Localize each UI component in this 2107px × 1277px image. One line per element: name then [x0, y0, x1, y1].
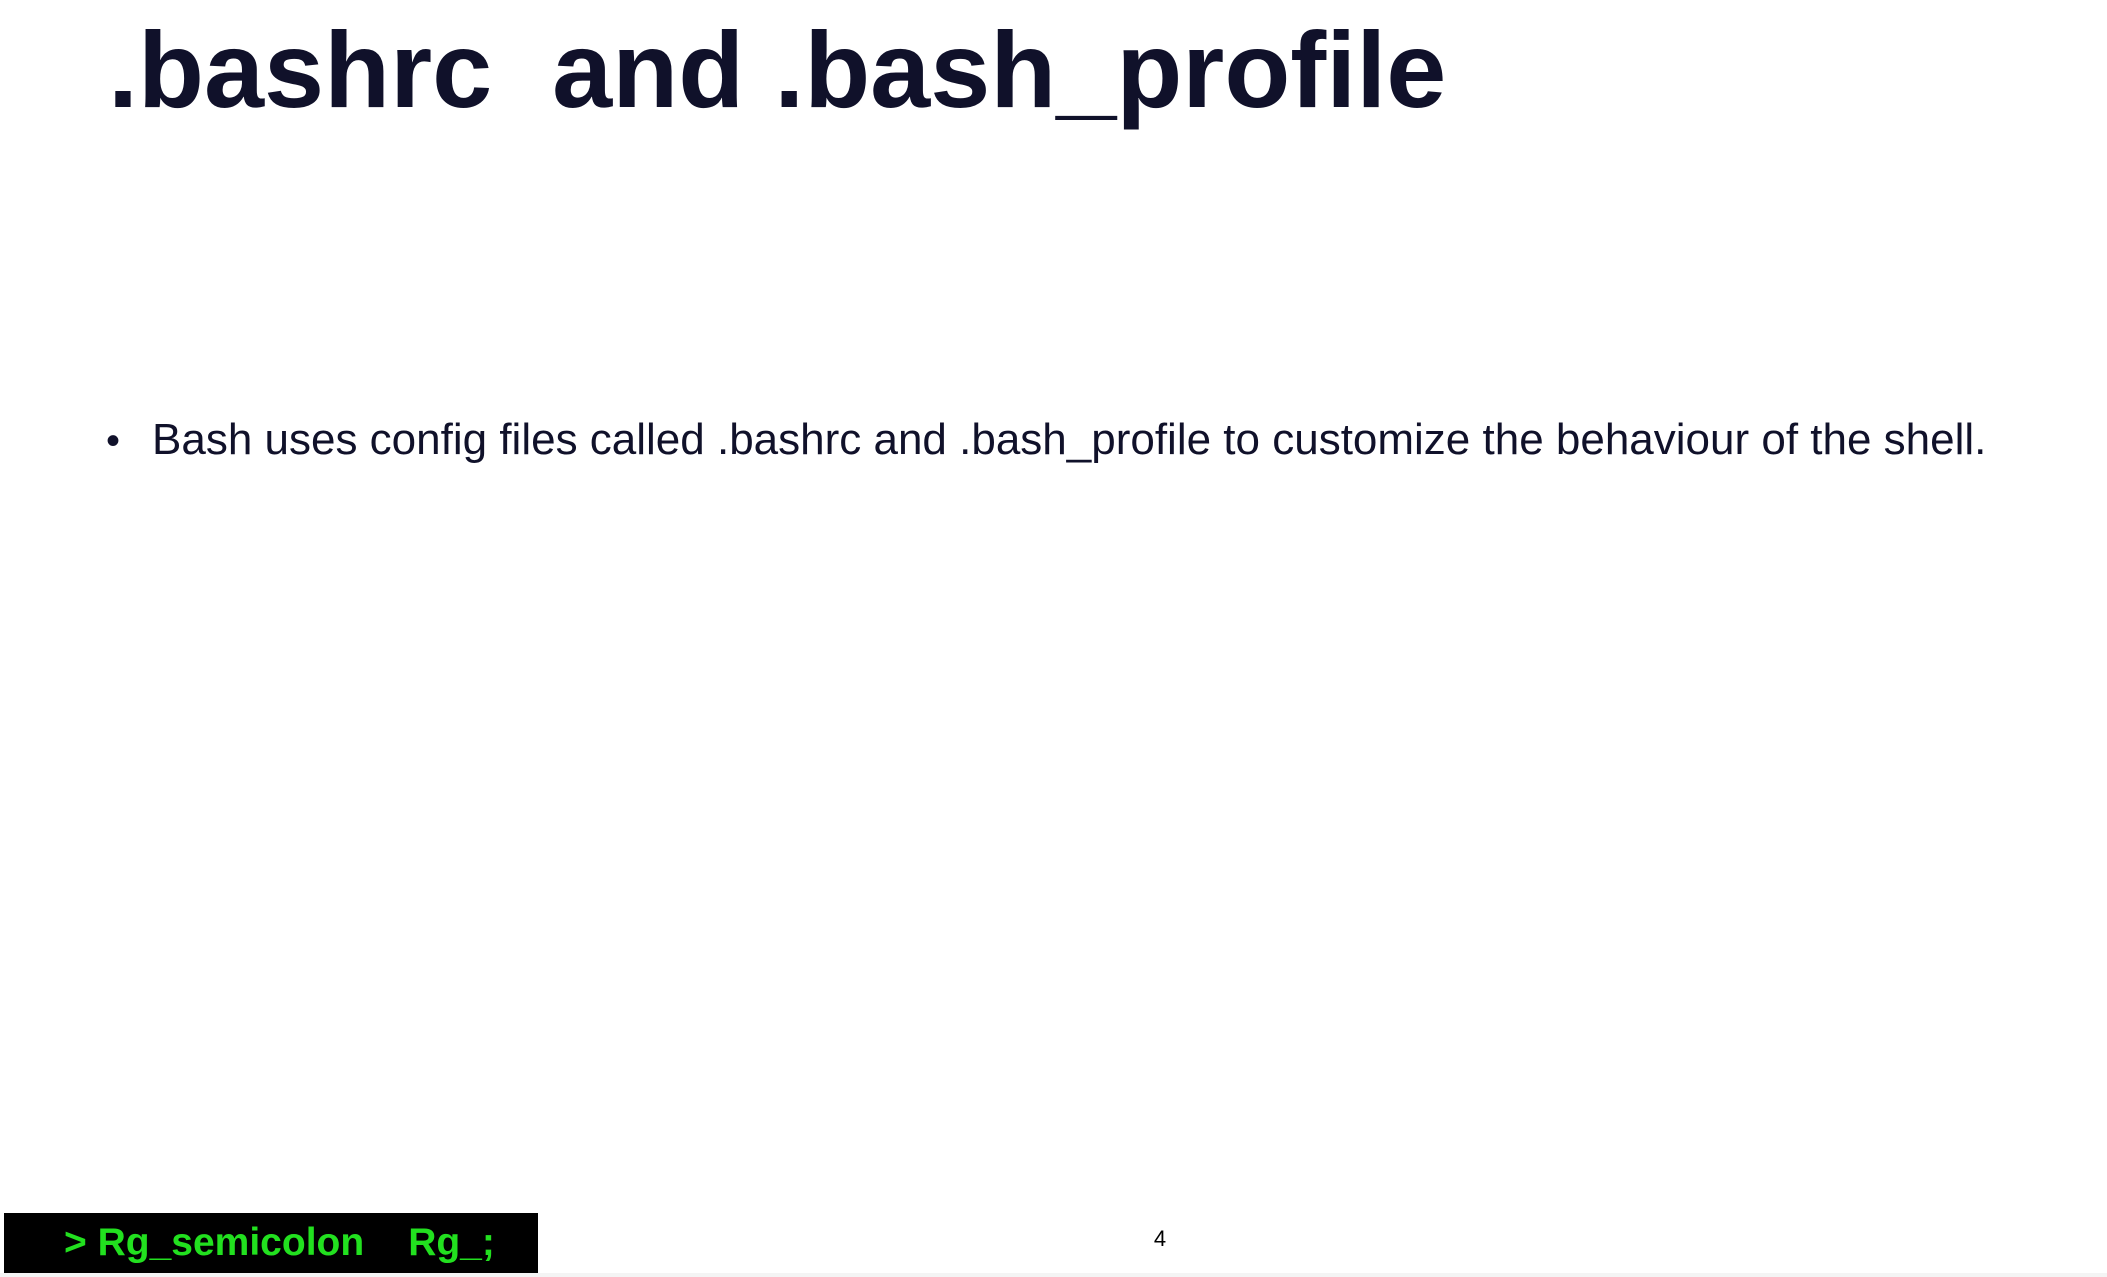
bottom-strip [0, 1273, 2107, 1277]
slide: .bashrc and .bash_profile • Bash uses co… [0, 0, 2107, 1277]
footer-handle-text: > Rg_semicolon [64, 1221, 365, 1264]
bullet-dot-icon: • [106, 419, 121, 463]
page-number: 4 [1153, 1226, 1167, 1251]
bullet-item: • Bash uses config files called .bashrc … [106, 410, 1986, 471]
bullet-list: • Bash uses config files called .bashrc … [106, 410, 1986, 471]
footer-short-handle-text: Rg_; [408, 1221, 495, 1264]
bullet-text: Bash uses config files called .bashrc an… [152, 415, 1987, 464]
footer-banner: > Rg_semicolon Rg_; [4, 1213, 538, 1273]
slide-title: .bashrc and .bash_profile [108, 9, 1447, 130]
